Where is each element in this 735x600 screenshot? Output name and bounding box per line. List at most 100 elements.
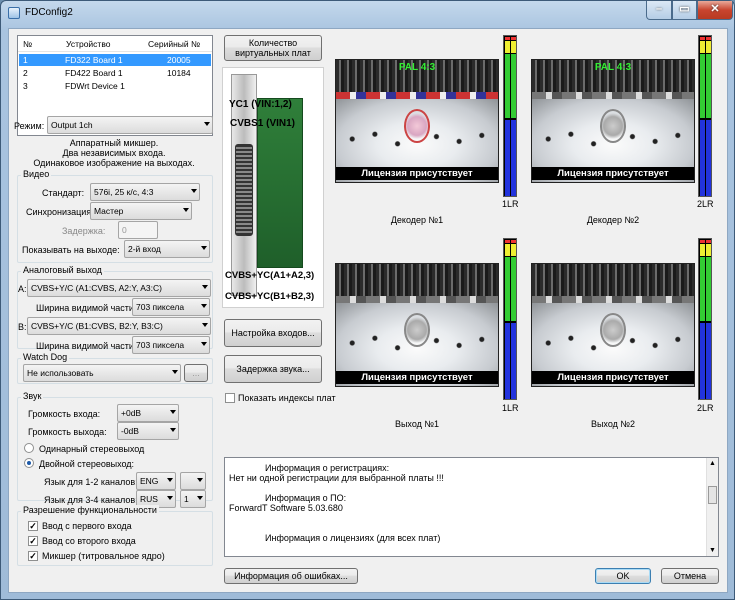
feature-input2-label[interactable]: Ввод со второго входа [42, 536, 136, 546]
row-number: 3 [23, 81, 28, 91]
col-device[interactable]: Устройство [66, 39, 110, 49]
audio-delay-button[interactable]: Задержка звука... [224, 355, 322, 383]
output1-meter-label: 1LR [502, 403, 519, 413]
row-serial: 10184 [167, 68, 191, 78]
show-board-index-label[interactable]: Показать индексы плат [238, 393, 336, 403]
mode-description-2: Два независимых входа. [62, 148, 166, 158]
meter-peak-l [505, 37, 510, 40]
inputs-setup-button[interactable]: Настройка входов... [224, 319, 322, 347]
feature-input1-checkbox[interactable]: ✓ [28, 521, 38, 531]
mode-label: Режим: [14, 121, 45, 131]
features-group-title: Разрешение функциональности [21, 505, 159, 515]
meter-low-l [700, 120, 705, 196]
meter-high-l [700, 41, 705, 53]
sw-info-text: ForwardT Software 5.03.680 [229, 503, 343, 513]
cancel-button[interactable]: Отмена [661, 568, 719, 584]
minimize-button[interactable]: – [646, 1, 672, 20]
crowd [336, 264, 498, 296]
crowd [532, 264, 694, 296]
sw-info-title: Информация о ПО: [265, 493, 347, 503]
decoder1-audio-meter [503, 35, 517, 197]
lang34-channel-value: 1 [184, 494, 189, 504]
license-overlay: Лицензия присутствует [336, 167, 498, 180]
lang12-select[interactable]: ENG [136, 472, 176, 490]
info-textbox[interactable]: Информация о регистрациях: Нет ни одной … [224, 457, 719, 557]
output-a-select[interactable]: CVBS+Y/C (A1:CVBS, A2:Y, A3:C) [27, 279, 211, 297]
lang34-label: Язык для 3-4 каналов: [44, 495, 138, 505]
lang12-channel-select[interactable] [180, 472, 206, 490]
meter-low-l [505, 120, 510, 196]
watchdog-browse-button[interactable]: ... [184, 364, 208, 382]
license-overlay: Лицензия присутствует [336, 371, 498, 384]
meter-peak-r [706, 240, 711, 243]
standard-select[interactable]: 576i, 25 к/с, 4:3 [90, 183, 200, 201]
license-overlay: Лицензия присутствует [532, 167, 694, 180]
boards [336, 295, 498, 304]
device-row-2[interactable]: 2 FD422 Board 1 10184 [19, 67, 211, 79]
window-title: FDConfig2 [25, 7, 73, 18]
feature-input2-checkbox[interactable]: ✓ [28, 536, 38, 546]
show-board-index-checkbox[interactable] [225, 393, 235, 403]
maximize-icon: ▭ [679, 3, 690, 15]
mode-select[interactable]: Output 1ch [47, 116, 213, 134]
meter-peak-l [700, 240, 705, 243]
show-output-select[interactable]: 2-й вход [124, 240, 210, 258]
lang34-channel-select[interactable]: 1 [180, 490, 206, 508]
feature-mixer-checkbox[interactable]: ✓ [28, 551, 38, 561]
feature-input1-label[interactable]: Ввод с первого входа [42, 521, 132, 531]
cvbs-a-label: CVBS+YC(A1+A2,3) [225, 270, 315, 281]
output-b-select[interactable]: CVBS+Y/C (B1:CVBS, B2:Y, B3:C) [27, 317, 211, 335]
col-serial[interactable]: Серийный № [148, 39, 200, 49]
scrollbar-thumb[interactable] [708, 486, 717, 504]
mode-value: Output 1ch [51, 120, 93, 130]
sound-group: Звук Громкость входа: +0dB Громкость вых… [17, 391, 213, 508]
chevron-down-icon [167, 478, 173, 482]
input-volume-select[interactable]: +0dB [117, 404, 179, 422]
error-info-button[interactable]: Информация об ошибках... [224, 568, 358, 584]
single-stereo-radio[interactable] [24, 443, 34, 453]
col-number[interactable]: № [23, 39, 32, 49]
a-width-select[interactable]: 703 пиксела [132, 298, 210, 316]
scroll-down-icon[interactable]: ▼ [709, 547, 716, 554]
device-row-3[interactable]: 3 FDWrt Device 1 [19, 80, 211, 92]
close-button[interactable]: ✕ [697, 1, 733, 20]
players [336, 127, 498, 152]
output2-preview: Лицензия присутствует [531, 263, 695, 387]
output-volume-select[interactable]: -0dB [117, 422, 179, 440]
output2-caption: Выход №2 [590, 419, 636, 429]
row-device: FDWrt Device 1 [65, 81, 125, 91]
decoder1-meter-label: 1LR [502, 199, 519, 209]
sync-select[interactable]: Мастер [90, 202, 192, 220]
cvbs1-label: CVBS1 (VIN1) [230, 118, 296, 129]
lang12-label: Язык для 1-2 каналов: [44, 477, 138, 487]
meter-mid-r [511, 54, 516, 118]
device-row-1[interactable]: 1 FD322 Board 1 20005 [19, 54, 211, 66]
features-group: Разрешение функциональности ✓ Ввод с пер… [17, 505, 213, 566]
chevron-down-icon [183, 208, 189, 212]
feature-mixer-label[interactable]: Микшер (титровальное ядро) [42, 551, 165, 561]
double-stereo-label[interactable]: Двойной стереовыход: [39, 459, 134, 469]
app-window: FDConfig2 – ▭ ✕ № Устройство Серийный № … [0, 0, 735, 600]
minimize-icon: – [655, 3, 663, 15]
maximize-button[interactable]: ▭ [672, 1, 697, 20]
single-stereo-label[interactable]: Одинарный стереовыход [39, 444, 144, 454]
output2-meter-label: 2LR [697, 403, 714, 413]
chevron-down-icon [197, 496, 203, 500]
double-stereo-radio[interactable] [24, 458, 34, 468]
scroll-up-icon[interactable]: ▲ [709, 460, 716, 467]
b-width-select[interactable]: 703 пиксела [132, 336, 210, 354]
info-scrollbar[interactable]: ▲ ▼ [706, 458, 718, 556]
ok-button[interactable]: OK [595, 568, 651, 584]
watchdog-select[interactable]: Не использовать [23, 364, 181, 382]
delay-spinner[interactable]: 0 [118, 221, 158, 239]
meter-mid-l [700, 54, 705, 118]
title-bar[interactable]: FDConfig2 – ▭ ✕ [1, 1, 734, 27]
app-icon [8, 7, 20, 19]
virtual-boards-button[interactable]: Количество виртуальных плат [224, 35, 322, 61]
meter-high-r [511, 41, 516, 53]
chevron-down-icon [202, 323, 208, 327]
meter-low-r [511, 120, 516, 196]
meter-peak-l [700, 37, 705, 40]
delay-value: 0 [122, 225, 127, 235]
boards [336, 91, 498, 100]
